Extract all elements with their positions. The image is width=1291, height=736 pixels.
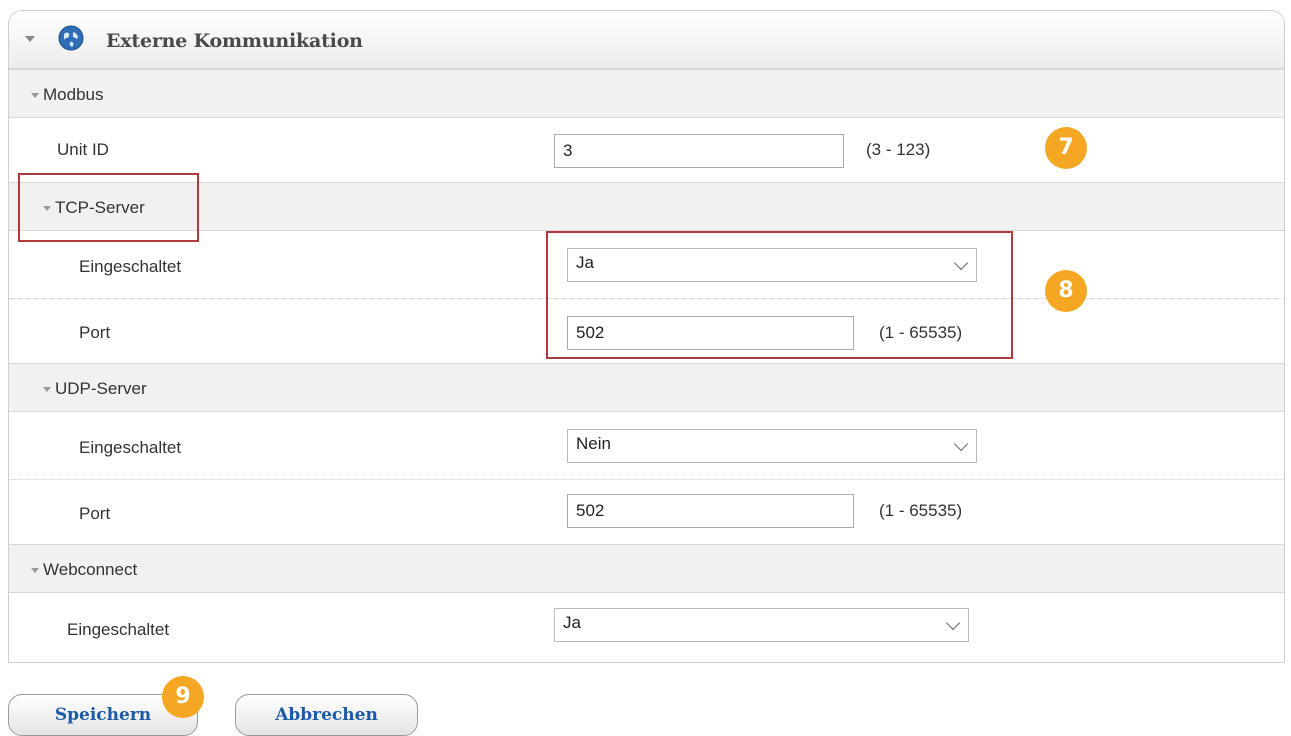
expand-arrow-icon[interactable] <box>43 387 51 393</box>
unit-id-range: (3 - 123) <box>866 140 931 159</box>
web-enabled-value: Ja <box>563 613 581 632</box>
highlight-tcp-settings <box>546 231 1013 359</box>
tcp-enabled-label: Eingeschaltet <box>79 257 182 276</box>
udp-port-input[interactable]: 502 <box>567 494 854 528</box>
badge-9: 9 <box>162 676 204 718</box>
cancel-button[interactable]: Abbrechen <box>235 694 418 736</box>
badge-8: 8 <box>1045 270 1087 312</box>
section-modbus-label: Modbus <box>43 85 104 104</box>
globe-icon <box>58 25 84 51</box>
udp-enabled-label: Eingeschaltet <box>79 438 182 457</box>
udp-port-label: Port <box>79 504 111 523</box>
chevron-down-icon <box>945 615 961 631</box>
section-tcp-server[interactable]: TCP-Server <box>9 182 1284 231</box>
highlight-tcp-server <box>18 173 199 242</box>
row-web-enabled: Eingeschaltet Ja <box>9 593 1284 662</box>
chevron-down-icon <box>953 436 969 452</box>
row-udp-port: Port 502 (1 - 65535) <box>9 480 1284 544</box>
udp-port-range: (1 - 65535) <box>879 501 963 520</box>
unit-id-label: Unit ID <box>57 140 109 159</box>
badge-7: 7 <box>1045 127 1087 169</box>
section-udp-label: UDP-Server <box>55 379 147 398</box>
row-unit-id: Unit ID 3 (3 - 123) <box>9 118 1284 182</box>
udp-enabled-value: Nein <box>576 434 611 453</box>
udp-enabled-select[interactable]: Nein <box>567 429 977 463</box>
panel-title: Externe Kommunikation <box>106 30 363 52</box>
panel-header[interactable]: Externe Kommunikation <box>9 11 1284 69</box>
section-modbus[interactable]: Modbus <box>9 69 1284 118</box>
section-udp-server[interactable]: UDP-Server <box>9 363 1284 412</box>
expand-arrow-icon[interactable] <box>31 93 39 99</box>
tcp-port-label: Port <box>79 323 111 342</box>
web-enabled-select[interactable]: Ja <box>554 608 969 642</box>
section-webconnect[interactable]: Webconnect <box>9 544 1284 593</box>
web-enabled-label: Eingeschaltet <box>67 620 170 639</box>
collapse-arrow-icon[interactable] <box>25 36 35 42</box>
unit-id-input[interactable]: 3 <box>554 134 844 168</box>
section-webconnect-label: Webconnect <box>43 560 138 579</box>
expand-arrow-icon[interactable] <box>31 568 39 574</box>
row-udp-enabled: Eingeschaltet Nein <box>9 412 1284 480</box>
